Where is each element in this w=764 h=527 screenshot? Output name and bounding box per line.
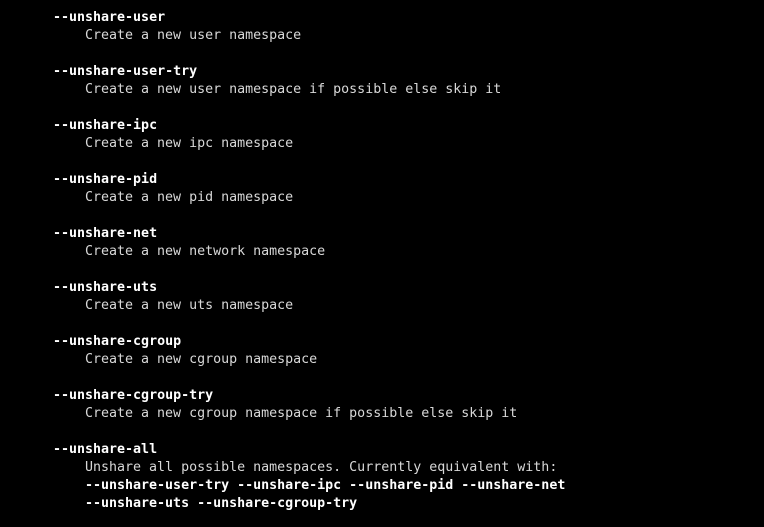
option-unshare-net: --unshare-net [53,226,158,241]
option-unshare-net-description: Create a new network namespace [85,244,326,259]
option-unshare-pid: --unshare-pid [53,172,158,187]
option-unshare-user-try-description: Create a new user namespace if possible … [85,82,502,97]
terminal-output: --unshare-user Create a new user namespa… [0,0,764,527]
option-unshare-cgroup: --unshare-cgroup [53,334,182,349]
option-unshare-all-description: Unshare all possible namespaces. Current… [85,460,558,475]
option-unshare-user-try: --unshare-user-try [53,64,198,79]
option-unshare-ipc: --unshare-ipc [53,118,158,133]
equivalent-options-line-2: --unshare-uts --unshare-cgroup-try [85,496,358,511]
option-unshare-pid-description: Create a new pid namespace [85,190,294,205]
option-unshare-user-description: Create a new user namespace [85,28,302,43]
equivalent-options-line-1: --unshare-user-try --unshare-ipc --unsha… [85,478,566,493]
option-unshare-uts-description: Create a new uts namespace [85,298,294,313]
option-unshare-user: --unshare-user [53,10,166,25]
option-unshare-all: --unshare-all [53,442,158,457]
option-unshare-cgroup-try-description: Create a new cgroup namespace if possibl… [85,406,518,421]
option-unshare-cgroup-try: --unshare-cgroup-try [53,388,214,403]
option-unshare-cgroup-description: Create a new cgroup namespace [85,352,318,367]
option-unshare-ipc-description: Create a new ipc namespace [85,136,294,151]
option-unshare-uts: --unshare-uts [53,280,158,295]
